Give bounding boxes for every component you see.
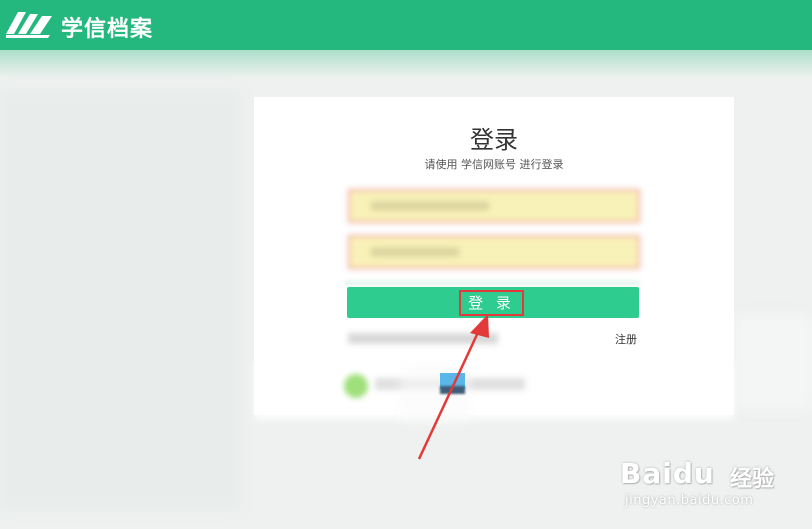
username-value: [370, 201, 490, 211]
register-link[interactable]: 注册: [615, 331, 637, 347]
login-subtitle: 请使用 学信网账号 进行登录: [424, 158, 564, 171]
username-field[interactable]: [348, 189, 640, 223]
password-value: [370, 247, 460, 257]
watermark-logo: Baidu: [620, 457, 715, 490]
side-panel: [735, 315, 812, 410]
password-field[interactable]: [348, 235, 640, 269]
header-shadow: [0, 48, 812, 78]
third-party-login-icon[interactable]: [344, 374, 368, 398]
login-title: 登录: [470, 126, 518, 154]
divider: [344, 281, 640, 285]
watermark-url: jingyan.baidu.com: [625, 493, 754, 508]
card-footer-blur: [254, 360, 734, 420]
qr-code-detail: [440, 386, 465, 394]
watermark-brand: 经验: [730, 467, 775, 492]
login-button-label[interactable]: 登 录: [459, 290, 524, 316]
app-name[interactable]: 学信档案: [61, 11, 153, 43]
book-stack-icon: [6, 12, 52, 38]
background-panel: [0, 90, 240, 510]
forgot-password-link[interactable]: [348, 333, 498, 344]
